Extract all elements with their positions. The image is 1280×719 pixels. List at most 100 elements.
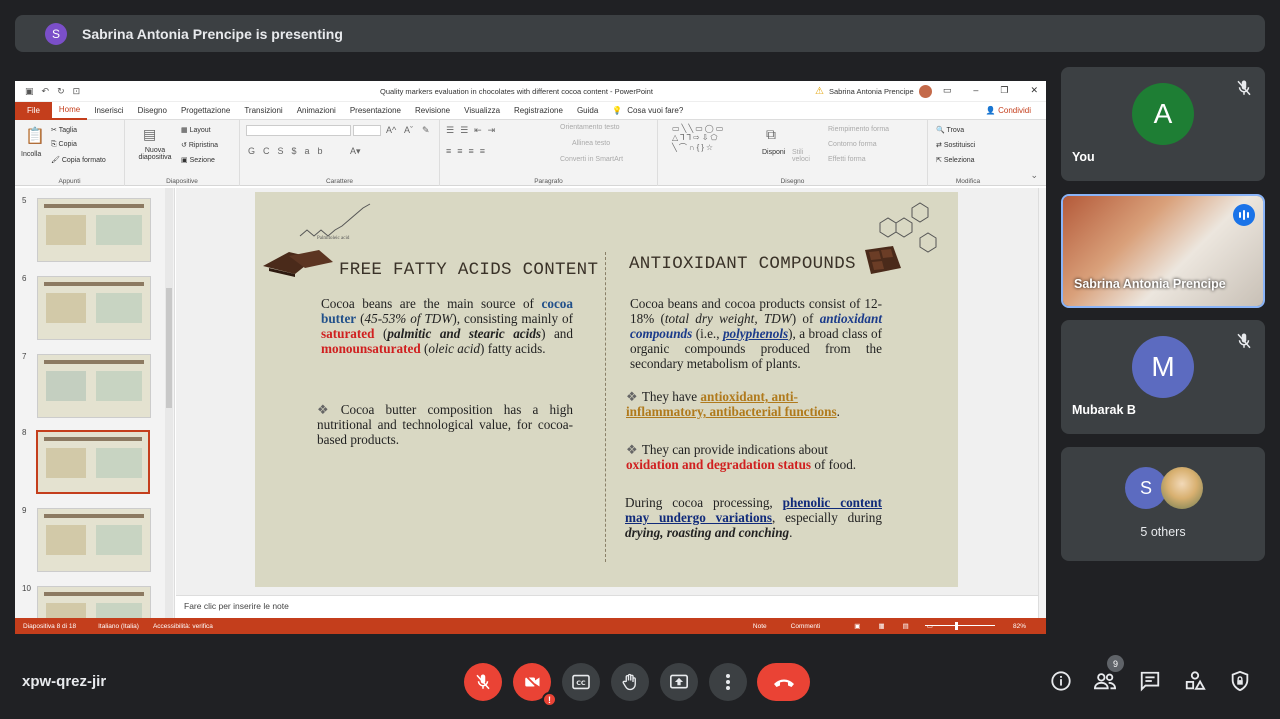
participant-tile-presenter[interactable]: Sabrina Antonia Prencipe	[1061, 194, 1265, 308]
undo-icon[interactable]: ↶	[42, 86, 50, 97]
menu-transitions[interactable]: Transizioni	[237, 102, 289, 120]
participant-tile-you[interactable]: A You	[1061, 67, 1265, 181]
menu-review[interactable]: Revisione	[408, 102, 457, 120]
current-slide[interactable]: Palmitoleic acid FREE FATTY ACIDS CONTEN…	[255, 192, 958, 587]
slide-thumbnail-5[interactable]	[37, 198, 151, 262]
zoom-slider-knob[interactable]	[955, 622, 958, 630]
align-icons[interactable]: ≡≡≡≡	[446, 146, 491, 156]
arrange-icon[interactable]: ⧉	[766, 126, 776, 143]
leave-call-button[interactable]	[757, 663, 810, 701]
clear-format-icon[interactable]: ✎	[422, 125, 430, 136]
captions-button[interactable]: CC	[562, 663, 600, 701]
menu-home[interactable]: Home	[51, 102, 88, 120]
tell-me-box[interactable]: 💡 Cosa vuoi fare?	[605, 102, 690, 120]
font-shrink-icon[interactable]: Aˇ	[404, 125, 413, 135]
find-button[interactable]: 🔍 Trova	[936, 126, 964, 134]
layout-button[interactable]: ▦ Layout	[181, 126, 211, 134]
menu-slideshow[interactable]: Presentazione	[343, 102, 408, 120]
format-painter-button[interactable]: 🖌 Copia formato	[51, 156, 106, 164]
more-options-button[interactable]	[709, 663, 747, 701]
meeting-details-button[interactable]	[1049, 669, 1073, 693]
copy-button[interactable]: ⎘ Copia	[51, 141, 77, 149]
font-size-box[interactable]	[353, 125, 381, 136]
redo-icon[interactable]: ↻	[57, 86, 65, 97]
arrange-label[interactable]: Disponi	[762, 149, 785, 156]
activities-button[interactable]	[1183, 669, 1207, 693]
list-icons[interactable]: ☰☰⇤⇥	[446, 125, 501, 136]
info-icon	[1051, 671, 1071, 691]
align-text-button[interactable]: Allinea testo	[572, 140, 610, 147]
camera-toggle-button[interactable]: !	[513, 663, 557, 707]
font-name-box[interactable]	[246, 125, 351, 136]
font-grow-icon[interactable]: A^	[386, 125, 396, 135]
menu-design[interactable]: Progettazione	[174, 102, 237, 120]
menu-view[interactable]: Visualizza	[457, 102, 507, 120]
close-icon[interactable]: ✕	[1030, 85, 1038, 96]
right-paragraph-2: ❖ They have antioxidant, anti-inflammator…	[626, 389, 840, 419]
slides-group-label: Diapositive	[166, 178, 198, 185]
new-slide-label[interactable]: Nuova diapositiva	[131, 147, 179, 161]
clipboard-group: 📋 Incolla ✂ Taglia ⎘ Copia 🖌 Copia forma…	[15, 120, 125, 186]
menu-recording[interactable]: Registrazione	[507, 102, 570, 120]
menu-animations[interactable]: Animazioni	[290, 102, 343, 120]
chat-button[interactable]	[1138, 669, 1162, 693]
cut-button[interactable]: ✂ Taglia	[51, 126, 77, 134]
outline-button[interactable]: Contorno forma	[828, 141, 877, 148]
smartart-button[interactable]: Converti in SmartArt	[560, 156, 623, 163]
font-color-icon[interactable]: A▾	[350, 146, 361, 157]
slideshow-view-icon[interactable]: ▭	[927, 622, 933, 630]
maximize-icon[interactable]: ❐	[1000, 85, 1008, 96]
raise-hand-button[interactable]	[611, 663, 649, 701]
reset-button[interactable]: ↺ Ripristina	[181, 141, 218, 149]
menu-file[interactable]: File	[15, 101, 52, 120]
ppt-statusbar: Diapositiva 8 di 18 Italiano (Italia) Ac…	[15, 618, 1046, 634]
slide-thumbnail-6[interactable]	[37, 276, 151, 340]
normal-view-icon[interactable]: ▣	[854, 622, 860, 630]
thumbnails-scrollbar[interactable]	[165, 188, 173, 618]
reading-view-icon[interactable]: ▤	[903, 622, 909, 630]
paste-icon[interactable]: 📋	[25, 126, 45, 146]
present-now-button[interactable]	[660, 663, 698, 701]
font-style-icons[interactable]: GCS$ab	[248, 146, 331, 156]
comments-toggle[interactable]: Commenti	[791, 623, 821, 630]
shapes-gallery[interactable]: ▭╲╲▭◯▭ △⅂⅂⇨⇩⬠ ╲⌒∩{}☆	[672, 124, 725, 153]
select-button[interactable]: ⇱ Seleziona	[936, 156, 975, 164]
new-slide-icon[interactable]: ▤	[143, 126, 156, 143]
menu-draw[interactable]: Disegno	[131, 102, 174, 120]
chat-icon	[1140, 671, 1160, 692]
slide-thumbnail-9[interactable]	[37, 508, 151, 572]
drawing-group: ▭╲╲▭◯▭ △⅂⅂⇨⇩⬠ ╲⌒∩{}☆ ⧉ Disponi Stili veloc…	[658, 120, 928, 186]
people-button[interactable]	[1093, 669, 1117, 693]
slide-thumbnail-8-selected[interactable]	[36, 430, 150, 494]
menu-insert[interactable]: Inserisci	[87, 102, 130, 120]
styles-label[interactable]: Stili veloci	[792, 149, 818, 163]
notes-toggle[interactable]: Note	[753, 623, 767, 630]
slide-thumbnail-10[interactable]	[37, 586, 151, 618]
collapse-ribbon-icon[interactable]: ⌄	[1030, 170, 1038, 181]
slide-thumbnail-7[interactable]	[37, 354, 151, 418]
slide-scrollbar[interactable]	[1038, 188, 1046, 618]
paste-label[interactable]: Incolla	[21, 151, 41, 158]
ribbon-display-icon[interactable]: ▭	[943, 85, 952, 96]
language-status[interactable]: Italiano (Italia)	[98, 623, 139, 630]
section-button[interactable]: ▣ Sezione	[181, 156, 215, 164]
share-button[interactable]: 👤 Condividi	[986, 106, 1031, 115]
host-controls-button[interactable]	[1228, 669, 1252, 693]
participant-tile-mubarak[interactable]: M Mubarak B	[1061, 320, 1265, 434]
minimize-icon[interactable]: –	[973, 85, 978, 96]
zoom-slider[interactable]	[925, 625, 995, 626]
menu-help[interactable]: Guida	[570, 102, 605, 120]
replace-button[interactable]: ⇄ Sostituisci	[936, 141, 975, 149]
effects-button[interactable]: Effetti forma	[828, 156, 866, 163]
slide-thumbnails-pane: 5 6 7 8 9 10	[15, 188, 175, 618]
zoom-level[interactable]: 82%	[1013, 623, 1026, 630]
present-icon[interactable]: ⊡	[73, 86, 81, 97]
text-direction-button[interactable]: Orientamento testo	[560, 124, 620, 131]
accessibility-status[interactable]: Accessibilità: verifica	[153, 623, 213, 630]
mic-toggle-button[interactable]	[464, 663, 502, 701]
participant-tile-others[interactable]: S 5 others	[1061, 447, 1265, 561]
sorter-view-icon[interactable]: ▦	[878, 622, 884, 630]
notes-pane[interactable]: Fare clic per inserire le note	[176, 595, 1038, 618]
fill-button[interactable]: Riempimento forma	[828, 126, 889, 133]
save-icon[interactable]: ▣	[25, 86, 34, 97]
